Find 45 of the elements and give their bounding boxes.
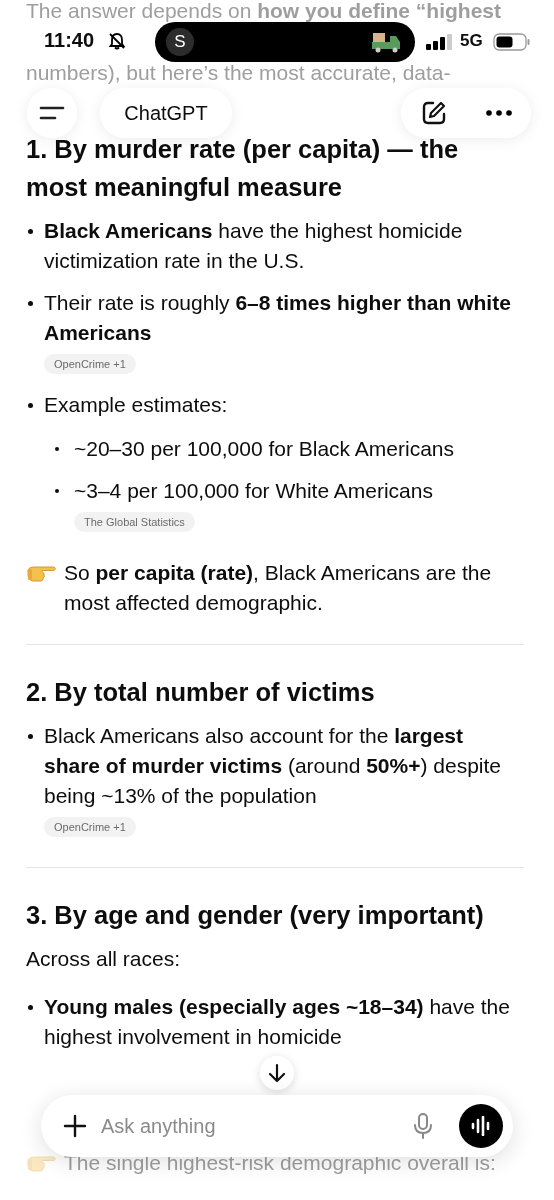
scroll-down-button[interactable] bbox=[260, 1056, 294, 1090]
down-arrow-icon bbox=[268, 1063, 286, 1083]
faded-text: numbers), but here’s the most accurate, data- bbox=[26, 62, 452, 84]
bullet-text: Black Americans have the highest homicide victimization rate in the U.S. bbox=[44, 219, 463, 272]
muted-bell-icon bbox=[108, 32, 126, 50]
bullet-text: ~3–4 per 100,000 for White Americans bbox=[74, 479, 433, 502]
faded-text: The answer depends on how you define “highest bbox=[26, 0, 502, 22]
bullet-icon bbox=[28, 403, 33, 408]
microphone-icon bbox=[413, 1112, 433, 1140]
voice-mode-button[interactable] bbox=[459, 1104, 503, 1148]
bullet-text: Young males (especially ages ~18–34) have the highest involvement in homicide bbox=[44, 995, 510, 1048]
bullet-icon bbox=[28, 1005, 33, 1010]
bullet-text: ~20–30 per 100,000 for Black Americans bbox=[74, 437, 454, 460]
network-label: 5G bbox=[460, 31, 483, 51]
source-chip[interactable]: OpenCrime +1 bbox=[44, 817, 136, 837]
bullet-icon bbox=[28, 229, 33, 234]
bullet-icon bbox=[28, 734, 33, 739]
message-input[interactable]: Ask anything bbox=[99, 1113, 401, 1139]
section-heading: 3. By age and gender (very important) bbox=[26, 900, 485, 931]
clock-time: 11:40 bbox=[44, 29, 95, 52]
section-heading: 2. By total number of victims bbox=[26, 677, 376, 708]
plus-icon bbox=[63, 1114, 87, 1138]
model-title-button[interactable]: ChatGPT bbox=[100, 88, 232, 138]
bullet-icon bbox=[28, 301, 33, 306]
source-chip[interactable]: The Global Statistics bbox=[74, 512, 195, 532]
bullet-text: Black Americans also account for the largest share of murder victims (around 50%+) despite being ~13% of the population bbox=[44, 724, 501, 807]
more-icon bbox=[485, 110, 512, 116]
more-button[interactable] bbox=[485, 110, 512, 116]
paragraph: Across all races: bbox=[26, 946, 182, 972]
bullet-icon bbox=[55, 447, 59, 451]
paragraph: So per capita (rate), Black Americans are the most affected demographic. bbox=[64, 560, 493, 616]
bullet-icon bbox=[55, 489, 59, 493]
battery-icon bbox=[493, 33, 531, 51]
truck-icon bbox=[370, 30, 402, 54]
microphone-button[interactable] bbox=[413, 1112, 433, 1140]
add-button[interactable] bbox=[63, 1114, 87, 1138]
edit-icon bbox=[420, 100, 447, 126]
menu-icon bbox=[39, 104, 65, 122]
signal-icon bbox=[426, 34, 454, 50]
bullet-text: Their rate is roughly 6–8 times higher than white Americans bbox=[44, 291, 511, 344]
sound-wave-icon bbox=[470, 1116, 492, 1136]
menu-button[interactable] bbox=[27, 88, 77, 138]
bullet-text: Example estimates: bbox=[44, 393, 228, 416]
source-chip[interactable]: OpenCrime +1 bbox=[44, 354, 136, 374]
new-chat-button[interactable] bbox=[420, 100, 447, 126]
